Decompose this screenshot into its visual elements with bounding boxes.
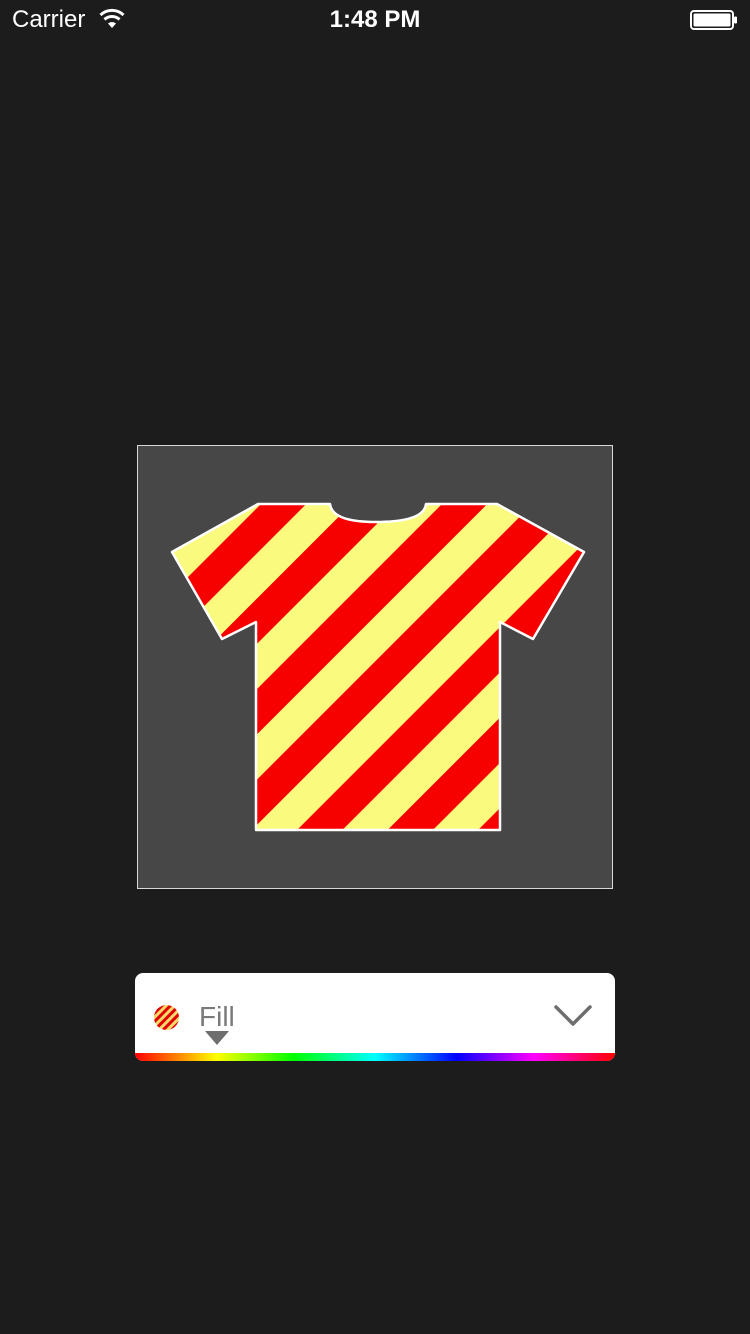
chevron-down-icon[interactable] — [553, 1003, 593, 1029]
clock-time: 1:48 PM — [329, 6, 421, 33]
shirt-preview — [170, 502, 586, 832]
fill-selector[interactable]: Fill — [135, 973, 615, 1061]
caret-down-icon — [205, 1031, 229, 1045]
striped-swatch-icon — [154, 1005, 179, 1030]
color-spectrum-slider[interactable] — [135, 1053, 615, 1061]
shirt-preview-canvas[interactable] — [137, 445, 613, 889]
status-bar: Carrier 1:48 PM — [0, 0, 750, 40]
tshirt-icon — [170, 502, 586, 832]
battery-icon — [690, 10, 737, 30]
fill-label: Fill — [199, 1001, 235, 1032]
screen: Carrier 1:48 PM Fill — [0, 0, 750, 1334]
